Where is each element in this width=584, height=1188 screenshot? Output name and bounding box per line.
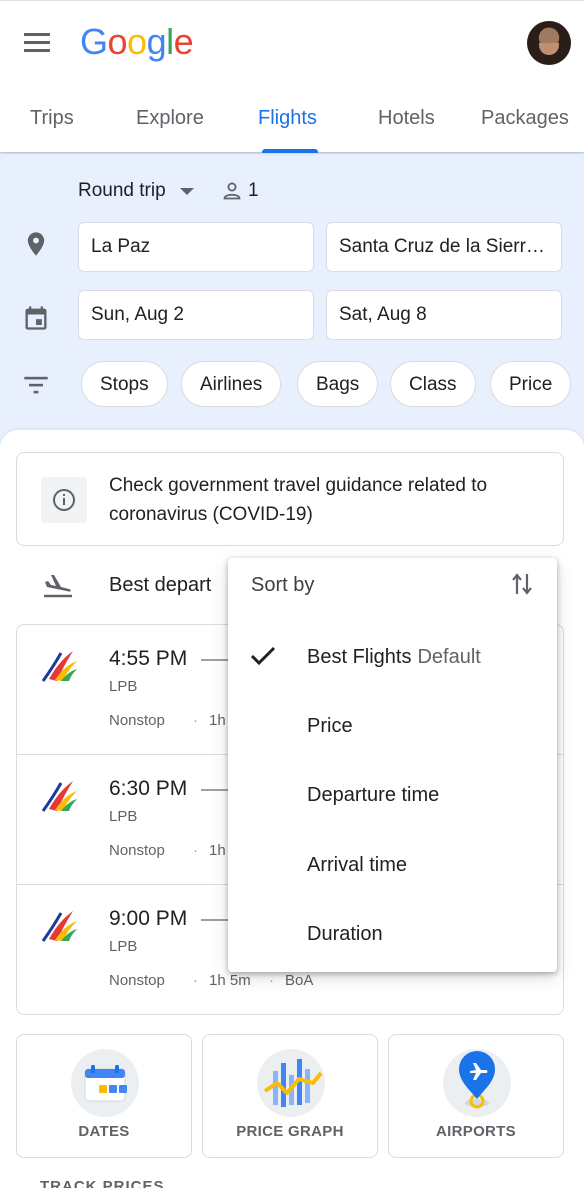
divider	[201, 919, 231, 921]
sort-option-label: Departure time	[307, 784, 440, 806]
duration-label: 1h	[209, 712, 226, 729]
swap-vertical-icon[interactable]	[511, 570, 533, 598]
sort-menu: Sort by Best Flights Default Price Depart…	[228, 558, 557, 972]
divider	[201, 789, 231, 791]
airline-name: BoA	[285, 972, 314, 989]
filter-chip-airlines[interactable]: Airlines	[181, 361, 282, 407]
sort-option-price[interactable]: Price	[228, 697, 557, 759]
sort-option-label-text: Best Flights	[307, 646, 412, 668]
calendar-icon	[71, 1049, 139, 1117]
duration-label: 1h 5m	[209, 972, 251, 989]
tab-flights[interactable]: Flights	[258, 107, 317, 130]
flight-search-panel: Round trip 1 La Paz Santa Cruz de la Sie…	[0, 152, 584, 452]
flight-time: 6:30 PM	[109, 777, 188, 800]
return-date-field[interactable]: Sat, Aug 8	[326, 290, 562, 340]
sort-option-label: Arrival time	[307, 854, 408, 876]
calendar-icon	[25, 306, 47, 330]
sort-option-departure-time[interactable]: Departure time	[228, 766, 557, 828]
airline-logo-icon	[41, 911, 77, 942]
check-icon	[250, 646, 276, 666]
filter-chip-bags[interactable]: Bags	[297, 361, 379, 407]
sort-label: Best depart	[109, 574, 212, 596]
airports-tile[interactable]: AIRPORTS	[388, 1034, 564, 1158]
track-prices-heading: TRACK PRICES	[40, 1178, 165, 1188]
airport-code: LPB	[109, 678, 138, 695]
location-pin-icon	[27, 232, 45, 256]
sort-option-best[interactable]: Best Flights Default	[228, 628, 557, 690]
separator-dot: ·	[193, 712, 198, 729]
divider	[201, 659, 231, 661]
airport-pin-icon	[443, 1049, 511, 1117]
active-tab-indicator	[262, 149, 318, 153]
tile-label: AIRPORTS	[436, 1123, 516, 1140]
covid-notice[interactable]: Check government travel guidance related…	[16, 452, 564, 546]
tab-packages[interactable]: Packages	[481, 107, 569, 130]
sort-option-arrival-time[interactable]: Arrival time	[228, 836, 557, 898]
tab-hotels[interactable]: Hotels	[378, 107, 435, 130]
sort-option-label: Price	[307, 715, 353, 737]
stops-label: Nonstop	[109, 842, 165, 859]
departure-plane-icon	[44, 575, 72, 598]
stops-label: Nonstop	[109, 712, 165, 729]
airport-code: LPB	[109, 808, 138, 825]
info-icon	[41, 477, 87, 523]
covid-notice-text: Check government travel guidance related…	[109, 475, 488, 525]
top-app-bar: Google Trips Explore Flights Hotels Pack…	[0, 0, 584, 153]
sort-option-label: Duration	[307, 923, 383, 945]
avatar[interactable]	[527, 21, 571, 65]
airline-logo-icon	[41, 781, 77, 812]
price-graph-tile[interactable]: PRICE GRAPH	[202, 1034, 378, 1158]
separator-dot: ·	[193, 842, 198, 859]
dates-tile[interactable]: DATES	[16, 1034, 192, 1158]
duration-label: 1h	[209, 842, 226, 859]
depart-date-field[interactable]: Sun, Aug 2	[78, 290, 314, 340]
sort-option-label: Best Flights Default	[307, 646, 481, 669]
sort-menu-title: Sort by	[251, 574, 315, 596]
airport-code: LPB	[109, 938, 138, 955]
passenger-count[interactable]: 1	[248, 180, 259, 202]
tab-explore[interactable]: Explore	[136, 107, 204, 130]
destination-input[interactable]: Santa Cruz de la Sierr…	[326, 222, 562, 272]
flight-time: 9:00 PM	[109, 907, 188, 930]
stops-label: Nonstop	[109, 972, 165, 989]
tile-label: DATES	[78, 1123, 130, 1140]
person-icon[interactable]	[222, 181, 242, 201]
price-graph-icon	[257, 1049, 325, 1117]
airline-logo-icon	[41, 651, 77, 682]
filter-chip-class[interactable]: Class	[390, 361, 476, 407]
google-logo[interactable]: Google	[80, 21, 194, 63]
menu-icon[interactable]	[24, 33, 56, 55]
default-tag: Default	[417, 646, 481, 668]
insight-tiles: DATES PRICE GRAPH AIRPORTS	[16, 1034, 568, 1158]
separator-dot: ·	[193, 972, 198, 989]
separator-dot: ·	[269, 972, 274, 989]
filter-chip-stops[interactable]: Stops	[81, 361, 168, 407]
sort-option-duration[interactable]: Duration	[228, 905, 557, 967]
origin-input[interactable]: La Paz	[78, 222, 314, 272]
tab-trips[interactable]: Trips	[30, 107, 74, 130]
tile-label: PRICE GRAPH	[236, 1123, 344, 1140]
chevron-down-icon[interactable]	[180, 188, 194, 195]
filter-icon[interactable]	[22, 371, 50, 399]
flight-time: 4:55 PM	[109, 647, 188, 670]
nav-tabs: Trips Explore Flights Hotels Packages	[0, 97, 584, 153]
trip-type-select[interactable]: Round trip	[78, 180, 166, 202]
filter-chip-price[interactable]: Price	[490, 361, 572, 407]
